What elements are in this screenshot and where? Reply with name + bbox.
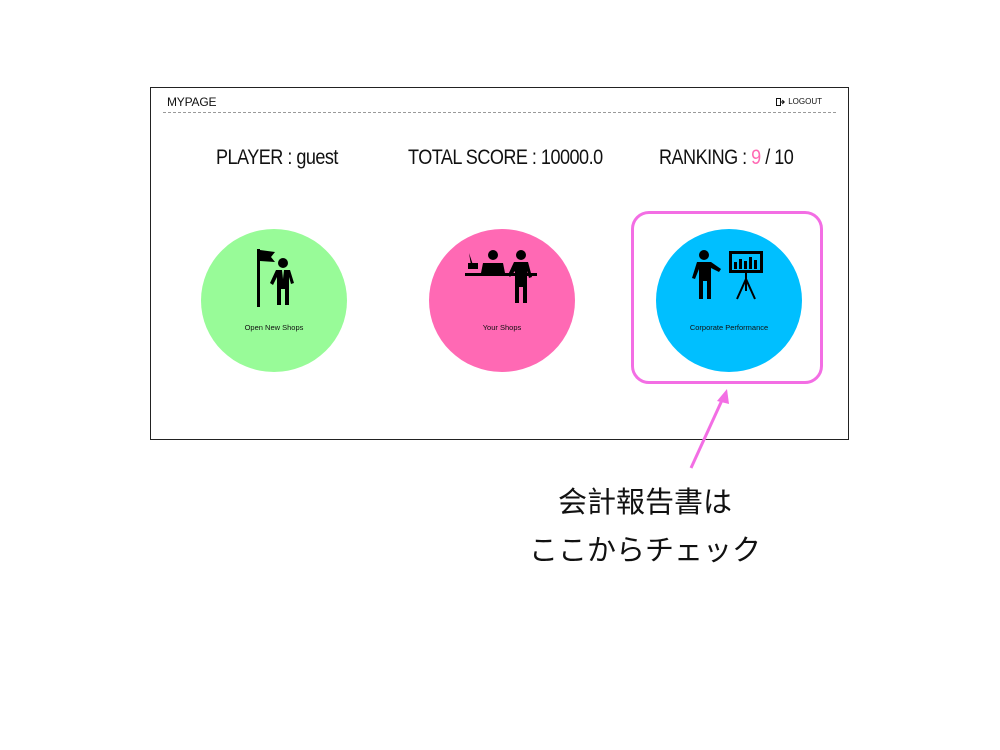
page-title: MYPAGE	[167, 95, 217, 109]
flag-person-icon	[257, 249, 294, 307]
ranking: RANKING : 9 / 10	[659, 146, 794, 170]
open-new-shops-label: Open New Shops	[244, 323, 304, 332]
highlight-box	[631, 211, 823, 384]
annotation-line-1: 会計報告書は	[557, 485, 732, 519]
ranking-current: 9	[751, 146, 761, 169]
logout-button[interactable]: LOGOUT	[776, 97, 822, 106]
open-new-shops-button[interactable]: Open New Shops	[201, 229, 347, 372]
logout-icon	[776, 97, 786, 106]
annotation-text: 会計報告書は ここからチェック	[500, 478, 790, 574]
ranking-prefix: RANKING :	[659, 146, 752, 169]
ranking-suffix: / 10	[760, 146, 794, 169]
shop-counter-icon	[465, 250, 537, 303]
annotation-line-2: ここからチェック	[528, 533, 761, 567]
logout-label: LOGOUT	[788, 97, 822, 106]
your-shops-label: Your Shops	[482, 323, 522, 332]
total-score: TOTAL SCORE : 10000.0	[408, 146, 603, 169]
header-bar: MYPAGE LOGOUT	[163, 94, 836, 113]
player-name: PLAYER : guest	[216, 146, 338, 169]
your-shops-button[interactable]: Your Shops	[429, 229, 575, 372]
